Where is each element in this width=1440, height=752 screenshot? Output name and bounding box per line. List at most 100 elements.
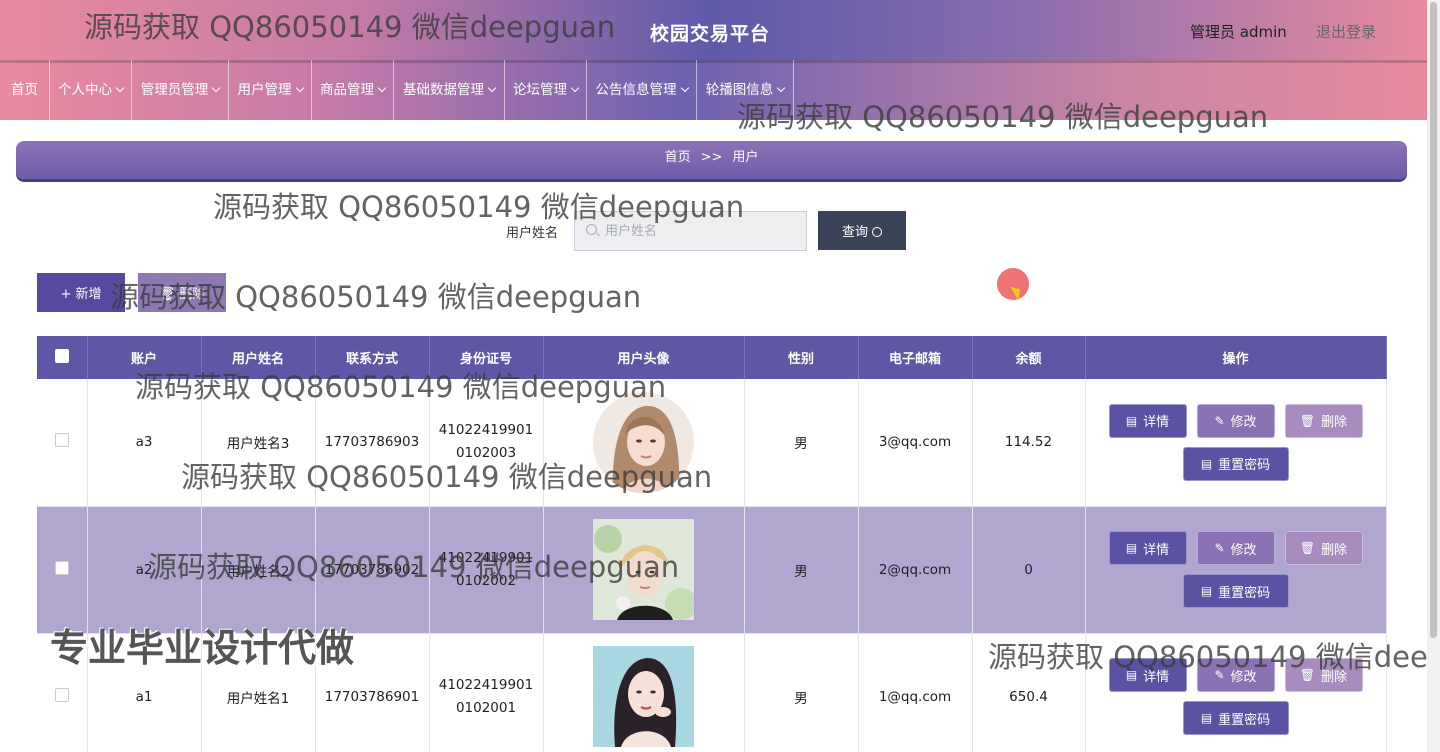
id-card-line2: 0102002: [455, 572, 517, 589]
woman-avatar[interactable]: [593, 646, 694, 747]
column-header[interactable]: 性别: [744, 336, 859, 379]
trash-icon: 🗑: [1299, 668, 1316, 682]
nav-label: 商品管理: [320, 82, 374, 98]
breadcrumb: 首页 >> 用户: [16, 141, 1407, 179]
man-avatar[interactable]: [593, 519, 694, 620]
row-select-cell: [37, 633, 88, 752]
scrollbar-thumb[interactable]: [1430, 2, 1437, 638]
gender-cell: 男: [744, 506, 859, 634]
name-cell: 用户姓名2: [201, 506, 316, 634]
balance-cell: 114.52: [972, 379, 1086, 507]
nav-item-forum[interactable]: 论坛管理: [505, 60, 587, 120]
phone-cell: 17703786901: [315, 633, 430, 752]
detail-button[interactable]: ▤ 详情: [1108, 531, 1187, 565]
row-select-cell: [37, 506, 88, 634]
actions-cell: ▤ 详情 ✎ 修改 🗑 删除 ▤ 重置密码: [1085, 633, 1387, 752]
batch-delete-label: 删除: [179, 287, 206, 302]
nav-item-personal-center[interactable]: 个人中心: [50, 60, 132, 120]
reset-password-label: 重置密码: [1218, 458, 1271, 474]
document-icon: ▤: [1200, 711, 1213, 725]
row-select-cell: [37, 379, 88, 507]
id-card-cell: 41022419901 0102003: [429, 379, 544, 507]
add-button[interactable]: + 新增: [37, 273, 125, 312]
account-cell: a2: [87, 506, 202, 634]
edit-button[interactable]: ✎ 修改: [1196, 531, 1275, 565]
reset-password-label: 重置密码: [1218, 585, 1271, 601]
page-scrollbar[interactable]: [1427, 0, 1440, 752]
search-input[interactable]: [574, 211, 807, 251]
query-button[interactable]: 查询: [818, 211, 906, 250]
column-header[interactable]: 身份证号: [429, 336, 544, 379]
detail-button[interactable]: ▤ 详情: [1108, 403, 1187, 438]
table-row: a3 用户姓名3 17703786903 41022419901 0102003: [37, 379, 1387, 507]
nav-item-goods-management[interactable]: 商品管理: [312, 60, 394, 120]
table-row: a2 用户姓名2 17703786902 41022419901 0102002: [37, 506, 1387, 634]
nav-item-basic-data[interactable]: 基础数据管理: [394, 60, 505, 120]
reset-password-button[interactable]: ▤ 重置密码: [1182, 701, 1289, 735]
edit-label: 修改: [1230, 669, 1257, 685]
column-header[interactable]: 用户头像: [543, 336, 745, 379]
avatar-cell: [543, 506, 745, 634]
reset-password-label: 重置密码: [1218, 712, 1271, 728]
delete-button[interactable]: 🗑 删除: [1284, 531, 1363, 565]
search-label: 用户姓名: [506, 226, 559, 241]
nav-item-home[interactable]: 首页: [0, 60, 50, 120]
table-header-row: 账户 用户姓名 联系方式 身份证号 用户头像 性别 电子邮箱 余额 操作: [37, 336, 1387, 379]
edit-button[interactable]: ✎ 修改: [1196, 403, 1275, 438]
row-checkbox[interactable]: [54, 560, 69, 575]
document-icon: ▤: [1200, 584, 1213, 598]
batch-delete-button[interactable]: 🗑 删除: [138, 273, 226, 312]
nav-item-announcement[interactable]: 公告信息管理: [587, 60, 697, 120]
account-cell: a1: [87, 633, 202, 752]
id-card-line1: 41022419901: [438, 676, 534, 693]
row-checkbox[interactable]: [54, 687, 69, 702]
detail-button[interactable]: ▤ 详情: [1108, 658, 1187, 692]
reset-password-button[interactable]: ▤ 重置密码: [1182, 574, 1289, 608]
nav-item-admin-management[interactable]: 管理员管理: [132, 60, 229, 120]
delete-button[interactable]: 🗑 删除: [1284, 658, 1363, 692]
document-icon: ▤: [1125, 541, 1138, 555]
select-all-checkbox[interactable]: [54, 348, 69, 363]
row-checkbox[interactable]: [54, 433, 69, 448]
column-header[interactable]: 余额: [972, 336, 1086, 379]
actions-cell: ▤ 详情 ✎ 修改 🗑 删除 ▤ 重置密码: [1085, 379, 1387, 507]
main-nav: 首页 个人中心 管理员管理 用户管理 商品管理 基础数据管理 论坛管理 公告信息…: [0, 60, 1427, 120]
woman-avatar[interactable]: [593, 391, 694, 493]
delete-label: 删除: [1321, 669, 1348, 685]
table-row: a1 用户姓名1 17703786901 41022419901 0102001: [37, 633, 1387, 752]
user-table: 账户 用户姓名 联系方式 身份证号 用户头像 性别 电子邮箱 余额 操作 a3 …: [37, 336, 1387, 752]
id-card-cell: 41022419901 0102002: [429, 506, 544, 634]
logout-link[interactable]: 退出登录: [1316, 21, 1376, 42]
balance-cell: 650.4: [972, 633, 1086, 752]
search-icon: [586, 224, 597, 235]
avatar-cell: [543, 633, 745, 752]
delete-label: 删除: [1321, 542, 1348, 558]
phone-cell: 17703786903: [315, 379, 430, 507]
reset-password-button[interactable]: ▤ 重置密码: [1182, 446, 1289, 481]
column-header: 操作: [1085, 336, 1387, 379]
phone-cell: 17703786902: [315, 506, 430, 634]
email-cell: 1@qq.com: [858, 633, 973, 752]
nav-label: 论坛管理: [513, 82, 567, 98]
nav-item-carousel[interactable]: 轮播图信息: [697, 60, 794, 120]
email-cell: 3@qq.com: [858, 379, 973, 507]
detail-label: 详情: [1143, 415, 1170, 431]
column-header[interactable]: 账户: [87, 336, 202, 379]
nav-label: 轮播图信息: [705, 82, 774, 98]
chevron-down-icon: [377, 83, 387, 93]
email-cell: 2@qq.com: [858, 506, 973, 634]
chevron-down-icon: [570, 83, 580, 93]
edit-button[interactable]: ✎ 修改: [1196, 658, 1275, 692]
detail-label: 详情: [1143, 669, 1170, 685]
breadcrumb-separator: >>: [700, 150, 723, 165]
column-header[interactable]: 用户姓名: [201, 336, 316, 379]
column-header[interactable]: 电子邮箱: [858, 336, 973, 379]
pencil-icon: ✎: [1214, 541, 1225, 555]
document-icon: ▤: [1125, 668, 1138, 682]
chevron-down-icon: [777, 83, 786, 93]
breadcrumb-home[interactable]: 首页: [665, 150, 691, 165]
avatar-illustration: [593, 391, 694, 493]
nav-item-user-management[interactable]: 用户管理: [229, 60, 312, 120]
column-header[interactable]: 联系方式: [315, 336, 430, 379]
delete-button[interactable]: 🗑 删除: [1284, 403, 1363, 438]
